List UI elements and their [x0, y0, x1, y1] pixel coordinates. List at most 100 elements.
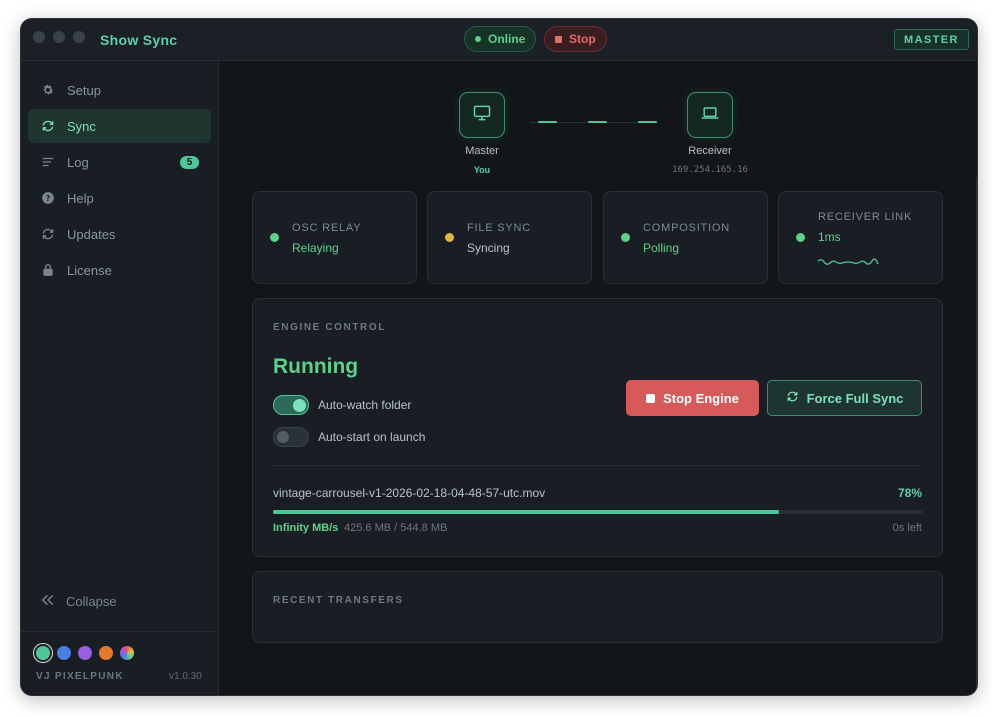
svg-text:?: ?: [46, 193, 51, 203]
engine-control-card: ENGINE CONTROL Running Auto-watch folder…: [252, 298, 943, 557]
engine-section-title: ENGINE CONTROL: [273, 322, 386, 333]
sidebar-item-setup[interactable]: Setup: [28, 73, 211, 107]
link-pulse: [538, 121, 557, 123]
force-sync-label: Force Full Sync: [806, 390, 904, 406]
laptop-icon: [700, 103, 720, 128]
link-pulse: [638, 121, 657, 123]
main-panel: Master You Receiver 169.254.165.16 OSC R…: [220, 61, 977, 695]
sync-icon: [41, 119, 55, 133]
stop-pill-label: Stop: [569, 32, 596, 46]
chevrons-left-icon: [41, 594, 55, 609]
maximize-window-button[interactable]: [73, 31, 85, 43]
master-node: [459, 92, 505, 138]
auto-watch-label: Auto-watch folder: [318, 398, 412, 412]
help-icon: ?: [41, 191, 55, 205]
sidebar-item-license[interactable]: License: [28, 253, 211, 287]
stop-engine-button[interactable]: Stop Engine: [626, 380, 759, 416]
theme-swatch-teal[interactable]: [36, 646, 50, 660]
transfer-progress-bar: [273, 510, 922, 514]
theme-swatch-blue[interactable]: [57, 646, 71, 660]
composition-card: COMPOSITION Polling: [603, 191, 768, 284]
sidebar-item-label: Sync: [67, 118, 96, 134]
theme-swatch-rainbow[interactable]: [120, 646, 134, 660]
engine-state: Running: [273, 355, 359, 378]
version-label: v1.0.30: [169, 671, 202, 682]
transfer-speed: Infinity MB/s: [273, 522, 339, 534]
osc-relay-card: OSC RELAY Relaying: [252, 191, 417, 284]
stat-value: 1ms: [818, 230, 841, 244]
master-node-sub: You: [473, 165, 491, 175]
file-sync-card: FILE SYNC Syncing: [427, 191, 592, 284]
minimize-window-button[interactable]: [53, 31, 65, 43]
latency-sparkline: [817, 258, 879, 265]
log-count-badge: 5: [180, 156, 199, 169]
auto-start-toggle[interactable]: [273, 427, 309, 447]
auto-start-label: Auto-start on launch: [318, 430, 426, 444]
app-window: Show Sync Online Stop MASTER Setup Sync: [20, 18, 978, 696]
stat-title: COMPOSITION: [643, 222, 731, 234]
online-status-pill: Online: [464, 26, 537, 52]
collapse-button[interactable]: Collapse: [41, 594, 117, 609]
lock-icon: [41, 263, 55, 277]
transfer-progress-fill: [273, 510, 780, 514]
sidebar-item-label: Setup: [67, 82, 101, 98]
receiver-node-label: Receiver: [688, 145, 732, 157]
theme-swatch-orange[interactable]: [99, 646, 113, 660]
sidebar-divider: [21, 631, 219, 632]
transfer-eta: 0s left: [892, 522, 922, 534]
monitor-icon: [472, 103, 492, 128]
online-status-label: Online: [488, 32, 526, 46]
link-pulse: [588, 121, 607, 123]
status-dot-icon: [621, 233, 630, 242]
gear-icon: [41, 83, 55, 97]
role-badge: MASTER: [894, 29, 969, 50]
sidebar-item-help[interactable]: ? Help: [28, 181, 211, 215]
transfer-percent: 78%: [897, 486, 922, 500]
stat-value: Syncing: [467, 241, 510, 255]
refresh-icon: [786, 390, 799, 406]
stop-square-icon: [646, 393, 656, 403]
updates-icon: [41, 227, 55, 241]
stop-pill-button[interactable]: Stop: [544, 26, 607, 52]
stop-engine-label: Stop Engine: [663, 390, 739, 406]
stat-title: FILE SYNC: [467, 222, 532, 234]
sidebar-item-sync[interactable]: Sync: [28, 109, 211, 143]
auto-watch-toggle[interactable]: [273, 395, 309, 415]
log-icon: [41, 155, 55, 169]
sidebar-item-log[interactable]: Log 5: [28, 145, 211, 179]
stat-title: OSC RELAY: [292, 222, 362, 234]
toggle-knob: [277, 431, 289, 443]
receiver-link-card: RECEIVER LINK 1ms: [778, 191, 943, 284]
master-node-label: Master: [465, 145, 499, 157]
sidebar-item-label: Help: [67, 190, 94, 206]
recent-transfers-card: RECENT TRANSFERS: [252, 571, 943, 643]
close-window-button[interactable]: [33, 31, 45, 43]
engine-divider: [273, 465, 922, 466]
force-full-sync-button[interactable]: Force Full Sync: [767, 380, 922, 416]
brand-label: VJ PIXELPUNK: [36, 671, 124, 682]
receiver-ip: 169.254.165.16: [672, 165, 748, 175]
stat-title: RECEIVER LINK: [818, 211, 913, 223]
collapse-label: Collapse: [66, 594, 117, 609]
sidebar-item-label: Updates: [67, 226, 116, 242]
theme-swatch-purple[interactable]: [78, 646, 92, 660]
status-dot-icon: [270, 233, 279, 242]
scrollbar[interactable]: [976, 177, 977, 695]
app-title: Show Sync: [100, 32, 178, 48]
stop-square-icon: [555, 35, 562, 43]
receiver-node: [687, 92, 733, 138]
transfer-file-name: vintage-carrousel-v1-2026-02-18-04-48-57…: [273, 486, 546, 500]
status-dot-icon: [445, 233, 454, 242]
transfer-sizes: 425.6 MB / 544.8 MB: [344, 522, 448, 534]
status-dot-icon: [796, 233, 805, 242]
title-bar: Show Sync Online Stop MASTER: [21, 19, 977, 61]
recent-section-title: RECENT TRANSFERS: [273, 595, 404, 606]
toggle-knob: [293, 398, 306, 412]
sidebar-item-label: Log: [67, 154, 89, 170]
stat-value: Polling: [643, 241, 680, 255]
online-dot-icon: [475, 36, 481, 42]
sidebar-item-label: License: [67, 262, 112, 278]
stat-value: Relaying: [292, 241, 339, 255]
sidebar-item-updates[interactable]: Updates: [28, 217, 211, 251]
sidebar: Setup Sync Log 5 ? Help Updates License …: [21, 61, 219, 695]
